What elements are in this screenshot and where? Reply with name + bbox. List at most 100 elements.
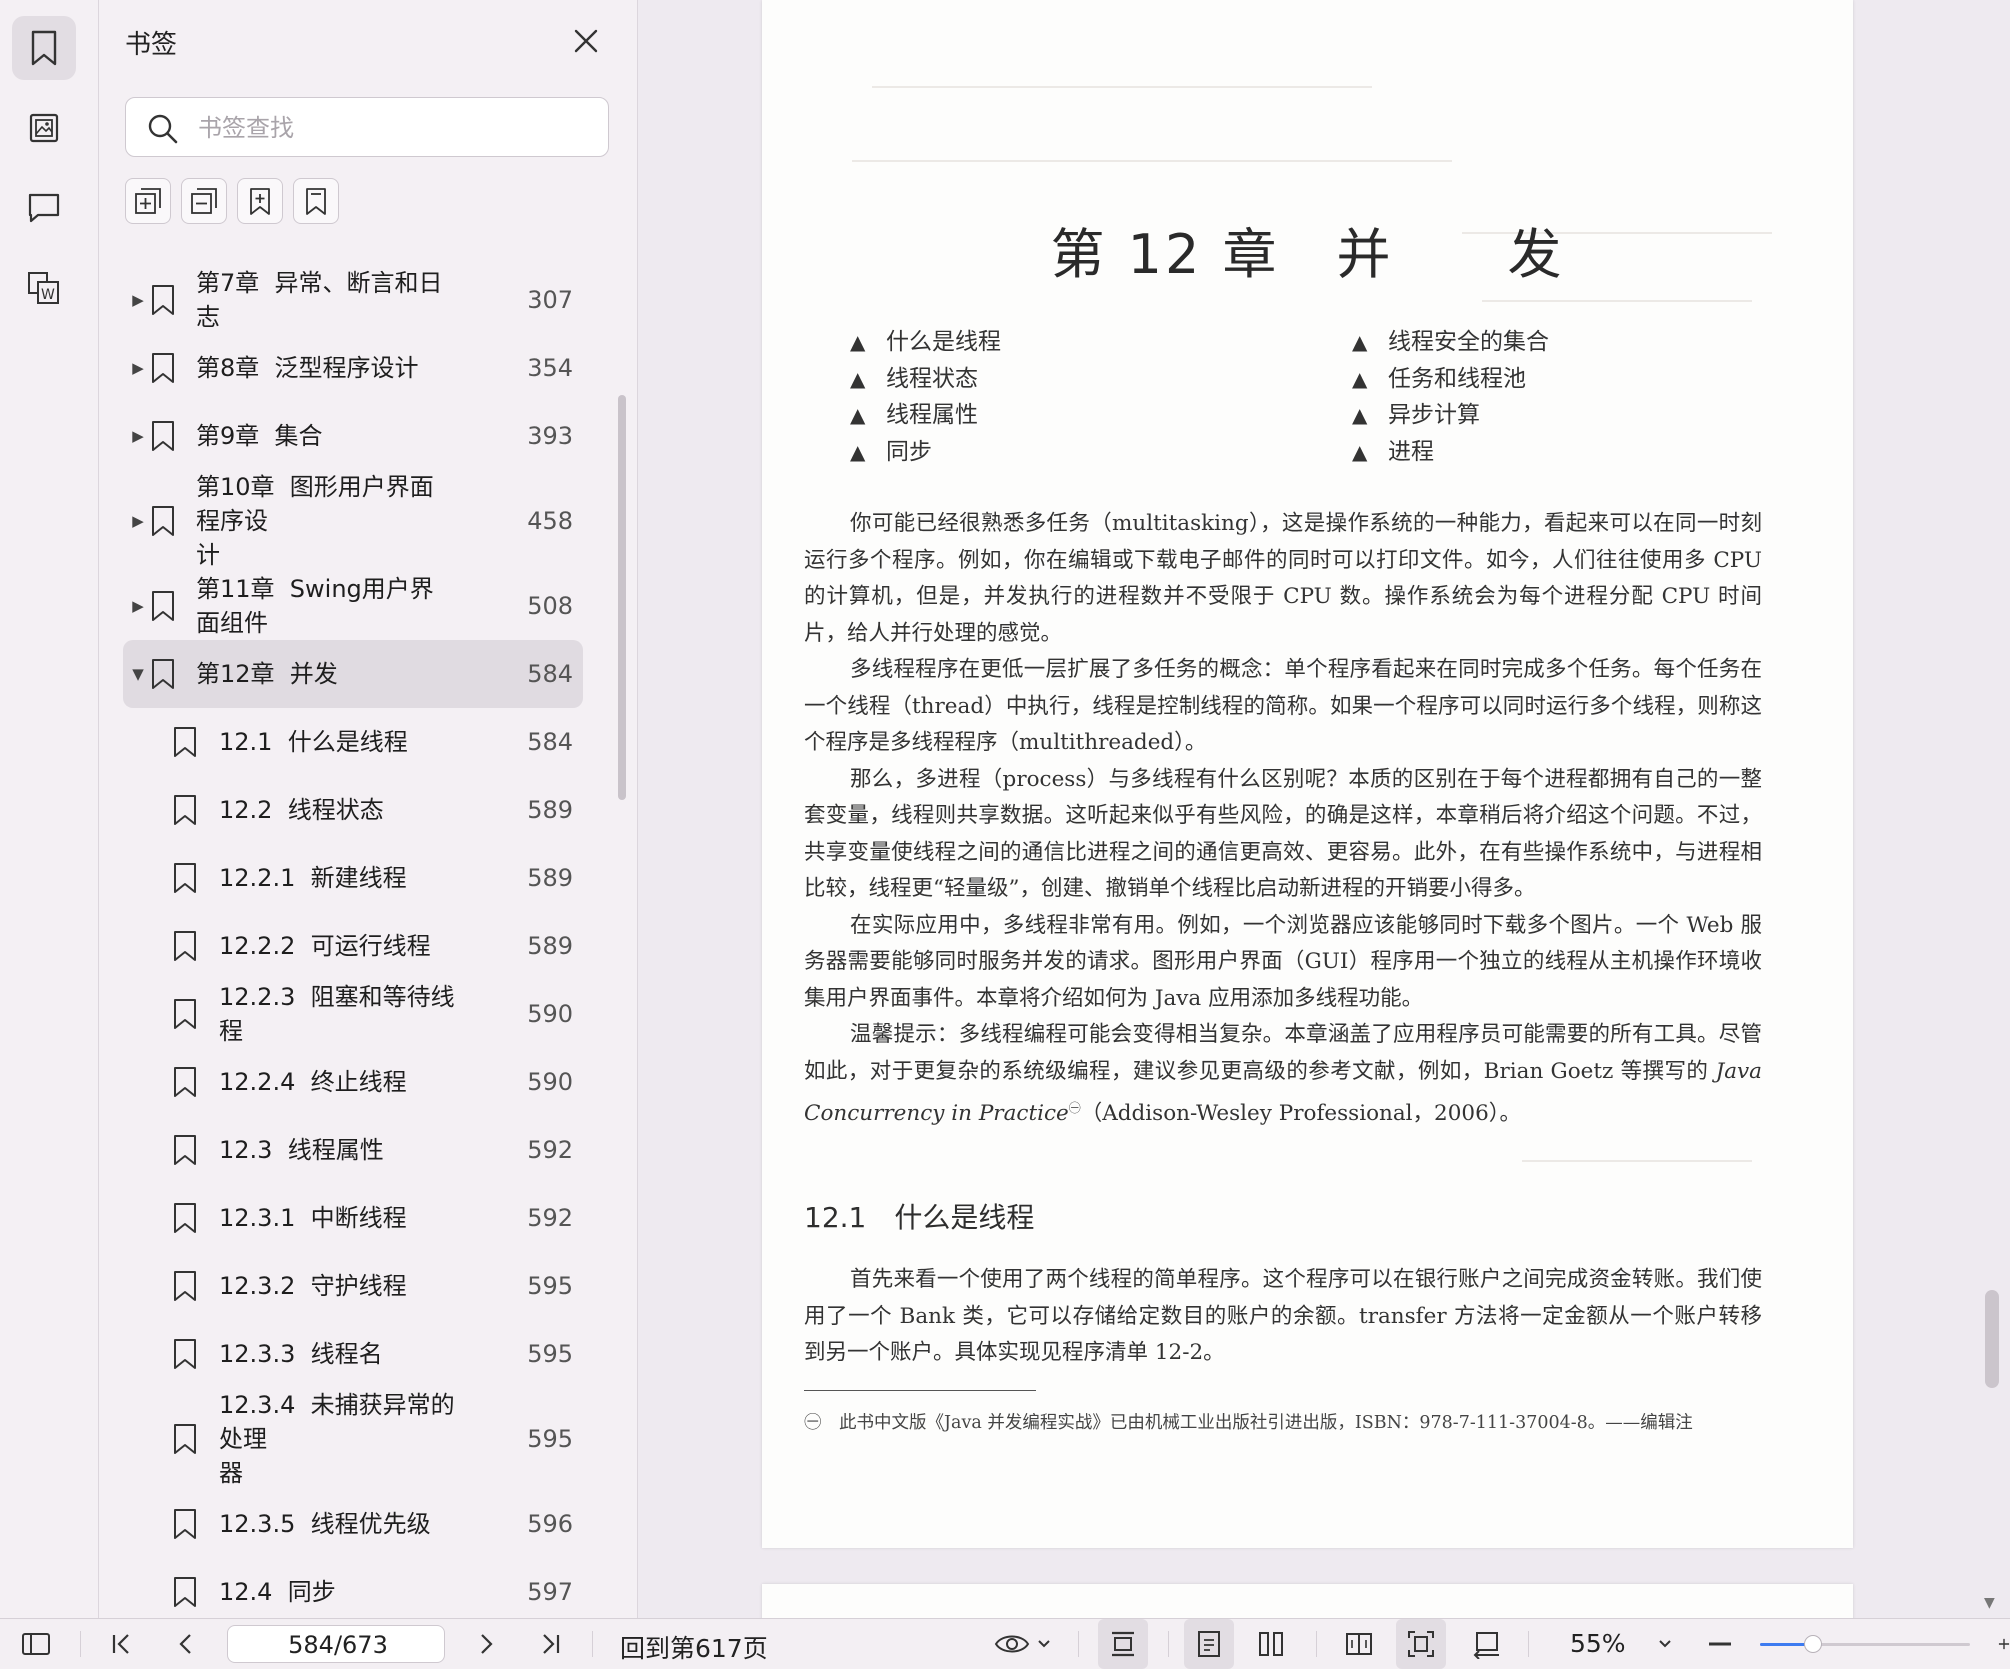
toc-item: ▲ 线程安全的集合 (1352, 329, 1549, 355)
caret-right-icon[interactable]: ▶ (129, 359, 147, 377)
chevron-down-icon (1659, 1640, 1671, 1648)
add-child-bookmark-button[interactable] (237, 178, 283, 224)
toc-item: ▲ 异步计算 (1352, 402, 1480, 428)
bookmark-section-item[interactable]: 12.3.2 守护线程 595 (123, 1252, 583, 1320)
bookmark-chapter-item[interactable]: ▶ 第7章 异常、断言和日志 307 (123, 266, 583, 334)
bookmark-chapter-item[interactable]: ▶ 第10章 图形用户界面程序设 计 458 (123, 470, 583, 572)
previous-page-button[interactable] (164, 1619, 208, 1669)
bottom-toolbar: 回到第617页 55% (0, 1618, 2010, 1669)
toc-item: ▲ 线程状态 (850, 365, 978, 392)
bookmark-page-number: 393 (527, 422, 573, 450)
tip-paragraph: 温馨提示：多线程编程可能会变得相当复杂。本章涵盖了应用程序员可能需要的所有工具。… (804, 1022, 1762, 1127)
bookmark-section-item[interactable]: 12.3 线程属性 592 (123, 1116, 583, 1184)
zoom-slider-handle[interactable] (1803, 1635, 1822, 1653)
toc-item: ▲ 进程 (1352, 438, 1434, 465)
caret-right-icon[interactable]: ▶ (129, 427, 147, 445)
bookmark-icon (306, 188, 326, 215)
bookmark-panel-button[interactable] (12, 16, 76, 80)
bookmark-section-item[interactable]: 12.2.2 可运行线程 589 (123, 912, 583, 980)
rotate-page-icon (1473, 1632, 1499, 1659)
bookmark-label: 12.3.3 线程名 (219, 1340, 383, 1368)
bookmark-section-item[interactable]: 12.3.3 线程名 595 (123, 1320, 583, 1388)
bookmark-icon (174, 795, 196, 825)
bookmark-icon (152, 591, 174, 621)
paragraph: 多线程程序在更低一层扩展了多任务的概念：单个程序看起来在同时完成多个任务。每个任… (804, 657, 1762, 755)
page-number-input[interactable] (228, 1626, 448, 1664)
view-mode-menu[interactable] (990, 1619, 1056, 1669)
remove-bookmark-button[interactable] (181, 178, 227, 224)
bookmark-label: 12.3.4 未捕获异常的处理 器 (219, 1391, 455, 1487)
paragraph: 你可能已经很熟悉多任务（multitasking），这是操作系统的一种能力，看起… (804, 511, 1762, 646)
bookmark-page-number: 589 (527, 864, 573, 892)
bookmark-label: 12.2.2 可运行线程 (219, 932, 431, 960)
bookmark-icon (31, 30, 57, 66)
svg-text:W: W (41, 287, 55, 303)
bookmark-chapter-item[interactable]: ▶ 第11章 Swing用户界面组件 508 (123, 572, 583, 640)
bookmark-chapter-item[interactable]: ▶ 第8章 泛型程序设计 354 (123, 334, 583, 402)
bookmark-page-number: 595 (527, 1340, 573, 1368)
bookmark-icon (174, 1339, 196, 1369)
toggle-sidebar-button[interactable] (14, 1619, 58, 1669)
caret-down-icon[interactable]: ▼ (129, 665, 147, 683)
sidebar-toggle-icon (22, 1633, 50, 1655)
add-bookmark-button[interactable] (125, 178, 171, 224)
bookmark-page-number: 592 (527, 1204, 573, 1232)
book-mode-button[interactable] (1334, 1619, 1384, 1669)
document-page: 第 12 章 并 发 ▲ 什么是线程 ▲ 线程状态 ▲ 线程属性 ▲ 同步 ▲ 线程安全的… (762, 0, 1853, 1548)
bookmark-icon (174, 1424, 196, 1454)
bookmark-section-item[interactable]: 12.2.4 终止线程 590 (123, 1048, 583, 1116)
single-page-button[interactable] (1184, 1619, 1234, 1669)
close-panel-button[interactable] (569, 24, 603, 58)
add-bookmark-icon (135, 188, 161, 214)
bookmark-chapter-item[interactable]: ▶ 第9章 集合 393 (123, 402, 583, 470)
comment-panel-button[interactable] (12, 176, 76, 240)
caret-right-icon[interactable]: ▶ (129, 597, 147, 615)
bookmark-icon (152, 353, 174, 383)
page-number-field (227, 1625, 448, 1664)
bookmark-scrollbar[interactable] (618, 395, 626, 800)
caret-right-icon[interactable]: ▶ (129, 512, 147, 530)
bookmark-section-item[interactable]: 12.2.3 阻塞和等待线程 590 (123, 980, 583, 1048)
two-page-icon (1259, 1632, 1283, 1656)
first-page-button[interactable] (100, 1619, 144, 1669)
fit-width-button[interactable] (1098, 1619, 1148, 1669)
bookmark-section-item[interactable]: 12.3.4 未捕获异常的处理 器 595 (123, 1388, 583, 1490)
document-viewer[interactable]: 第 12 章 并 发 ▲ 什么是线程 ▲ 线程状态 ▲ 线程属性 ▲ 同步 ▲ 线程安全的… (638, 0, 2010, 1644)
fit-page-button[interactable] (1396, 1619, 1446, 1669)
bookmark-page-number: 307 (527, 286, 573, 314)
scroll-down-arrow-icon[interactable]: ▼ (1984, 1595, 1995, 1611)
bookmark-section-item[interactable]: 12.3.5 线程优先级 596 (123, 1490, 583, 1558)
bookmark-label: 12.3.1 中断线程 (219, 1204, 407, 1232)
bookmark-current-page-button[interactable] (293, 178, 339, 224)
bookmark-section-item[interactable]: 12.3.1 中断线程 592 (123, 1184, 583, 1252)
zoom-slider[interactable] (1760, 1635, 1970, 1653)
zoom-out-button[interactable] (1702, 1619, 1738, 1669)
thumbnail-panel-button[interactable] (12, 96, 76, 160)
extract-panel-button[interactable]: W (12, 256, 76, 320)
bookmark-section-item[interactable]: 12.2 线程状态 589 (123, 776, 583, 844)
two-page-button[interactable] (1246, 1619, 1296, 1669)
rotate-page-button[interactable] (1462, 1619, 1512, 1669)
caret-right-icon[interactable]: ▶ (129, 291, 147, 309)
book-mode-icon (1346, 1633, 1372, 1655)
go-back-to-page-link[interactable]: 回到第617页 (620, 1629, 768, 1665)
bookmark-section-item[interactable]: 12.4 同步 597 (123, 1558, 583, 1618)
footnote: ㊀ 此书中文版《Java 并发编程实战》已由机械工业出版社引进出版，ISBN：9… (804, 1413, 1693, 1433)
zoom-preset-dropdown[interactable] (1650, 1619, 1680, 1669)
bookmark-label: 12.4 同步 (219, 1578, 336, 1606)
bookmark-chapter-item[interactable]: ▼ 第12章 并发 584 (123, 640, 583, 708)
bookmark-page-number: 596 (527, 1510, 573, 1538)
bookmark-page-number: 354 (527, 354, 573, 382)
bookmark-section-item[interactable]: 12.1 什么是线程 584 (123, 708, 583, 776)
zoom-in-button[interactable] (1990, 1619, 2010, 1669)
next-page-button[interactable] (464, 1619, 508, 1669)
last-page-button[interactable] (528, 1619, 572, 1669)
toc-item: ▲ 任务和线程池 (1352, 365, 1526, 392)
bookmark-search-input[interactable] (196, 98, 600, 158)
last-page-icon (543, 1634, 560, 1654)
panel-title: 书签 (125, 30, 178, 60)
bookmark-section-item[interactable]: 12.2.1 新建线程 589 (123, 844, 583, 912)
chapter-toc-right: ▲ 线程安全的集合 ▲ 任务和线程池 ▲ 异步计算 ▲ 进程 (1352, 324, 1549, 470)
section-text: 首先来看一个使用了两个线程的简单程序。这个程序可以在银行账户之间完成资金转账。我… (804, 1262, 1762, 1372)
document-scrollbar[interactable] (1985, 1290, 1999, 1388)
